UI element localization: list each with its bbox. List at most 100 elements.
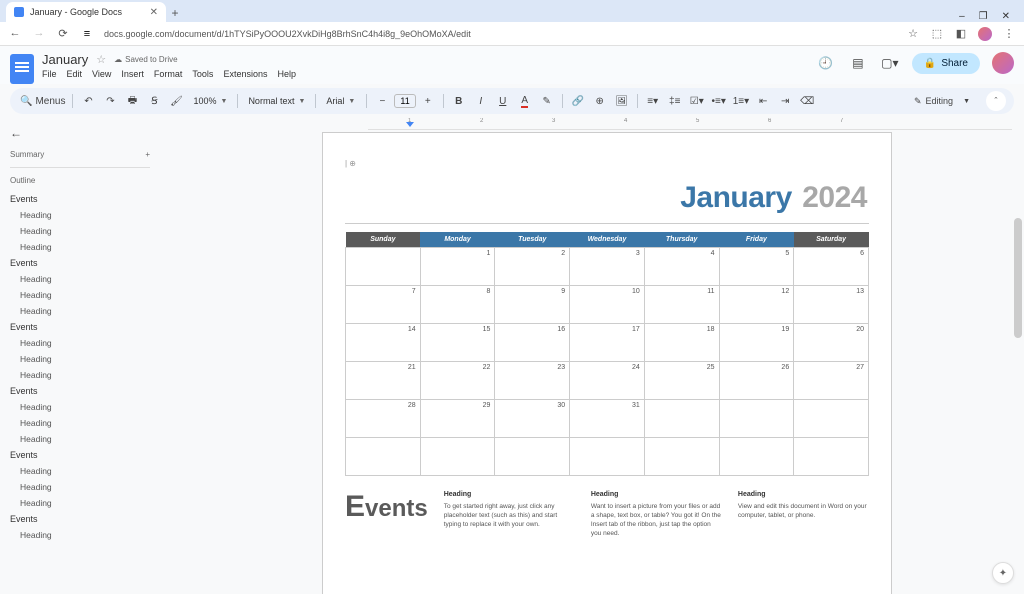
outline-item[interactable]: Events [10,383,150,399]
outline-subitem[interactable]: Heading [10,351,150,367]
calendar-cell[interactable]: 15 [420,324,495,362]
outline-subitem[interactable]: Heading [10,207,150,223]
editing-mode-button[interactable]: ✎ Editing ▼ [906,93,978,110]
calendar-cell[interactable]: 21 [346,362,421,400]
labs-icon[interactable]: ◧ [954,27,968,41]
calendar-cell[interactable]: 19 [719,324,794,362]
calendar-cell[interactable] [719,400,794,438]
extensions-icon[interactable]: ⬚ [930,27,944,41]
calendar-cell[interactable] [719,438,794,476]
text-color-icon[interactable]: A [515,91,535,111]
explore-button[interactable]: ✦ [992,562,1014,584]
events-column[interactable]: HeadingView and edit this document in Wo… [738,490,869,538]
calendar-cell[interactable]: 17 [570,324,645,362]
docs-logo-icon[interactable] [10,54,34,84]
outline-subitem[interactable]: Heading [10,399,150,415]
calendar-cell[interactable] [420,438,495,476]
spellcheck-icon[interactable]: Ꞩ [144,91,164,111]
font-select[interactable]: Arial▼ [321,96,361,106]
calendar-cell[interactable]: 8 [420,286,495,324]
save-status[interactable]: ☁ Saved to Drive [114,55,177,64]
history-icon[interactable]: 🕘 [816,53,836,73]
close-tab-icon[interactable]: ✕ [150,7,158,18]
calendar-cell[interactable]: 6 [794,248,869,286]
document-page[interactable]: | ⊕ January 2024 SundayMondayTuesdayWedn… [322,132,892,594]
calendar-cell[interactable] [495,438,570,476]
calendar-cell[interactable]: 11 [644,286,719,324]
calendar-cell[interactable]: 23 [495,362,570,400]
decrease-indent-icon[interactable]: ⇤ [753,91,773,111]
highlight-icon[interactable]: ✎ [537,91,557,111]
calendar-cell[interactable]: 16 [495,324,570,362]
close-window-icon[interactable]: ✕ [1002,11,1010,22]
outline-item[interactable]: Events [10,447,150,463]
increase-font-icon[interactable]: + [418,91,438,111]
new-tab-button[interactable]: + [166,4,184,22]
style-select[interactable]: Normal text▼ [243,96,310,106]
font-size-input[interactable]: 11 [394,94,415,108]
italic-icon[interactable]: I [471,91,491,111]
outline-item[interactable]: Events [10,191,150,207]
maximize-icon[interactable]: ❐ [979,11,988,22]
calendar-cell[interactable]: 2 [495,248,570,286]
image-icon[interactable]: 🖼 [612,91,632,111]
menu-format[interactable]: Format [154,69,183,79]
outline-subitem[interactable]: Heading [10,463,150,479]
bullet-list-icon[interactable]: •≡▾ [709,91,729,111]
comment-icon[interactable]: ⊕ [590,91,610,111]
calendar-cell[interactable]: 22 [420,362,495,400]
events-column[interactable]: HeadingWant to insert a picture from you… [591,490,722,538]
minimize-icon[interactable]: – [959,11,965,22]
outline-subitem[interactable]: Heading [10,287,150,303]
document-title[interactable]: January [42,52,88,67]
calendar-cell[interactable]: 18 [644,324,719,362]
zoom-select[interactable]: 100%▼ [188,96,232,106]
calendar-cell[interactable] [794,438,869,476]
events-column[interactable]: HeadingTo get started right away, just c… [444,490,575,538]
calendar-cell[interactable]: 10 [570,286,645,324]
site-info-icon[interactable]: ≡ [80,28,94,40]
back-icon[interactable]: ← [8,27,22,40]
outline-subitem[interactable]: Heading [10,431,150,447]
underline-icon[interactable]: U [493,91,513,111]
calendar-cell[interactable] [346,248,421,286]
calendar-cell[interactable]: 30 [495,400,570,438]
calendar-cell[interactable]: 26 [719,362,794,400]
forward-icon[interactable]: → [32,27,46,40]
calendar-cell[interactable]: 24 [570,362,645,400]
undo-icon[interactable]: ↶ [78,91,98,111]
outline-subitem[interactable]: Heading [10,271,150,287]
add-summary-icon[interactable]: + [145,150,150,159]
bold-icon[interactable]: B [449,91,469,111]
outline-item[interactable]: Events [10,511,150,527]
outline-back-icon[interactable]: ← [10,126,150,140]
calendar-cell[interactable]: 3 [570,248,645,286]
calendar-month[interactable]: January [680,181,792,214]
decrease-font-icon[interactable]: − [372,91,392,111]
share-button[interactable]: 🔒 Share [912,53,980,74]
numbered-list-icon[interactable]: 1≡▾ [731,91,751,111]
comments-icon[interactable]: ▤ [848,53,868,73]
outline-subitem[interactable]: Heading [10,495,150,511]
line-spacing-icon[interactable]: ‡≡ [665,91,685,111]
calendar-year[interactable]: 2024 [802,181,867,214]
checklist-icon[interactable]: ☑▾ [687,91,707,111]
outline-subitem[interactable]: Heading [10,335,150,351]
url-text[interactable]: docs.google.com/document/d/1hTYSiPyOOOU2… [104,29,896,39]
browser-tab[interactable]: January - Google Docs ✕ [6,2,166,22]
calendar-cell[interactable] [644,438,719,476]
meet-icon[interactable]: ▢▾ [880,53,900,73]
menu-edit[interactable]: Edit [67,69,83,79]
link-icon[interactable]: 🔗 [568,91,588,111]
calendar-cell[interactable] [644,400,719,438]
calendar-cell[interactable] [570,438,645,476]
outline-subitem[interactable]: Heading [10,223,150,239]
clear-format-icon[interactable]: ⌫ [797,91,817,111]
redo-icon[interactable]: ↷ [100,91,120,111]
calendar-cell[interactable]: 28 [346,400,421,438]
calendar-cell[interactable]: 31 [570,400,645,438]
account-avatar[interactable] [992,52,1014,74]
reload-icon[interactable]: ⟳ [56,27,70,40]
calendar-cell[interactable]: 5 [719,248,794,286]
horizontal-ruler[interactable]: 1234567 [368,118,1012,130]
